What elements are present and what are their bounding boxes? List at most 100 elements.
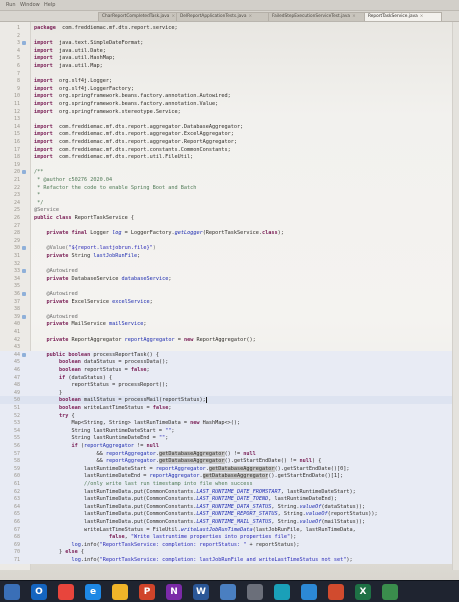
code-token: String: [68, 253, 94, 259]
overview-ruler[interactable]: [452, 22, 459, 570]
code-token: boolean: [59, 405, 81, 411]
code-token: import: [34, 154, 53, 161]
code-token: public class: [34, 215, 72, 221]
code-token: import: [34, 47, 53, 54]
close-icon[interactable]: ×: [171, 14, 175, 19]
code-token: reportAggregator: [83, 443, 134, 449]
code-token: private: [46, 298, 69, 305]
code-token: com.freddiemac.mf.dts.report.aggregator.…: [52, 139, 238, 145]
code-token: , String.: [271, 519, 300, 525]
code-token: reportStatus = processReport();: [34, 382, 169, 389]
app-icon[interactable]: [220, 584, 236, 600]
code-token: import: [34, 123, 53, 130]
fold-marker-icon[interactable]: [22, 352, 26, 357]
code-token: import: [34, 40, 53, 47]
code-token: lastRunTimeData.put(CommonConstants.: [34, 511, 197, 518]
text-caret: [205, 396, 207, 403]
system-tray[interactable]: [420, 584, 456, 600]
code-token: MailService: [68, 321, 109, 328]
app-icon[interactable]: [382, 584, 398, 600]
code-token: HashMap<>();: [199, 420, 241, 427]
close-icon[interactable]: ×: [352, 14, 356, 19]
code-token: boolean: [59, 367, 81, 373]
app-glyph: e: [89, 587, 97, 597]
onenote-icon[interactable]: N: [166, 584, 182, 600]
code-token: lastRuntimeDateEnd =: [34, 473, 150, 480]
close-icon[interactable]: ×: [420, 14, 424, 19]
code-token: com.freddiemac.mf.dts.report.constants.C…: [52, 146, 231, 153]
powerpoint-icon[interactable]: P: [139, 584, 155, 600]
code-token: ;: [146, 367, 150, 373]
code-token: null: [299, 458, 313, 465]
code-token: =: [174, 336, 184, 343]
code-token: reportStatus =: [80, 367, 131, 373]
code-token: getLogger: [174, 230, 203, 237]
code-token: org.springframework.beans.factory.annota…: [52, 101, 219, 107]
app-icon[interactable]: [328, 584, 344, 600]
menu-window[interactable]: Window: [20, 2, 40, 8]
code-token: = LoggerFactory.: [121, 230, 175, 237]
fold-marker-icon[interactable]: [22, 269, 26, 274]
code-token: .info(: [80, 541, 100, 548]
code-token: lastRunTimeData.put(CommonConstants.: [34, 488, 197, 495]
file-explorer-icon[interactable]: [112, 584, 128, 600]
fold-marker-icon[interactable]: [22, 292, 26, 296]
app-icon[interactable]: [274, 584, 290, 600]
code-token: LAST_RUNTIME_DATE_FROMSTART: [196, 488, 281, 495]
word-icon[interactable]: W: [193, 584, 209, 600]
code-token: java.text.SimpleDateFormat;: [52, 40, 144, 47]
fold-marker-icon[interactable]: [22, 170, 26, 175]
code-token: import: [34, 146, 53, 153]
code-token: //only write last run timestamp into fil…: [83, 481, 253, 487]
edge-legacy-icon[interactable]: e: [85, 584, 101, 600]
code-token: excelService: [112, 298, 150, 305]
menu-run[interactable]: Run: [6, 2, 16, 8]
fold-marker-icon[interactable]: [22, 246, 26, 251]
code-editor[interactable]: 1 package com.freddiemac.mf.dts.report.se…: [0, 22, 459, 570]
code-token: log: [71, 541, 81, 548]
code-token: private: [46, 321, 69, 328]
code-token: ;: [137, 253, 141, 259]
windows-start-icon[interactable]: [4, 584, 20, 600]
code-token: false: [108, 534, 125, 541]
code-line[interactable]: 71 log.info("ReportTaskService: completi…: [0, 556, 459, 564]
app-glyph: P: [143, 587, 151, 597]
outlook-icon[interactable]: O: [31, 584, 47, 600]
close-icon[interactable]: ×: [248, 14, 252, 19]
code-token: !=: [133, 443, 147, 449]
code-token: ().getStartEndDate() !=: [224, 458, 300, 465]
menu-help[interactable]: Help: [44, 2, 55, 8]
code-token: reportAggregator: [105, 458, 156, 465]
tab-label: ReportTaskService.java: [368, 14, 418, 19]
app-glyph: [301, 584, 317, 600]
code-token: Logger: [87, 230, 113, 237]
fold-marker-icon[interactable]: [22, 314, 26, 319]
code-token: LAST_RUNTIME_REPORT_STATUS: [196, 511, 278, 518]
app-icon[interactable]: [247, 584, 263, 600]
chrome-icon[interactable]: [58, 584, 74, 600]
tab-reporttaskservice[interactable]: ReportTaskService.java ×: [364, 12, 442, 21]
fold-marker-icon[interactable]: [22, 41, 26, 46]
code-token: );: [290, 534, 297, 541]
tab-delreportapplicationtests[interactable]: DelReportApplicationTests.java ×: [176, 12, 270, 21]
code-token: , String.: [277, 511, 306, 518]
code-token: "ReportTaskService: completion: reportSt…: [99, 541, 247, 548]
code-token: valueOf: [305, 511, 328, 518]
tab-failedstepexecutionservicetest[interactable]: FailedStepExecutionServiceTest.java ×: [268, 12, 366, 21]
code-token: com.freddiemac.mf.dts.report.aggregator.…: [52, 131, 234, 138]
excel-icon[interactable]: X: [355, 584, 371, 600]
tab-charreportcompletedtask[interactable]: CharReportCompletedTask.java ×: [98, 12, 178, 21]
code-token: valueOf: [299, 503, 322, 510]
code-token: private: [46, 253, 69, 259]
code-token: ;: [168, 405, 172, 411]
code-token: */: [34, 199, 44, 206]
code-token: , String.: [271, 503, 300, 510]
app-icon[interactable]: [301, 584, 317, 600]
